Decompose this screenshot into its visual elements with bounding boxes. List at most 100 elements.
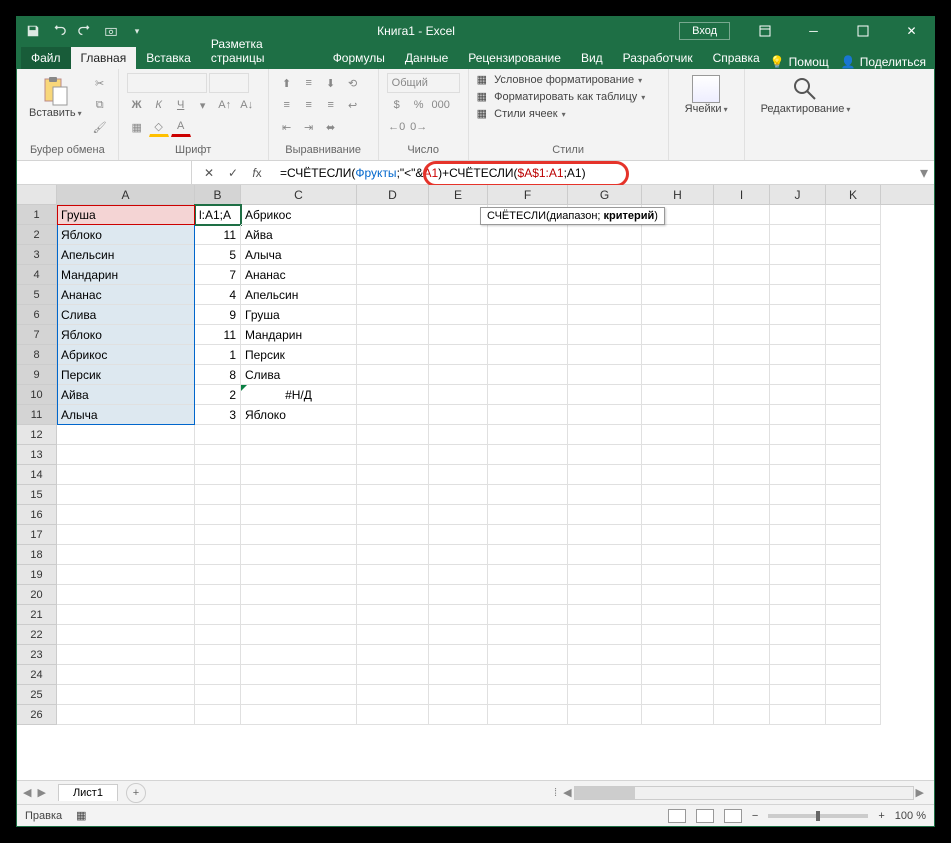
cell[interactable]	[714, 245, 770, 265]
cell[interactable]	[241, 525, 357, 545]
cell[interactable]	[826, 385, 881, 405]
cell[interactable]	[826, 465, 881, 485]
cell[interactable]	[488, 685, 568, 705]
view-layout-icon[interactable]	[696, 809, 714, 823]
cell[interactable]	[770, 625, 826, 645]
row-header[interactable]: 19	[17, 565, 57, 585]
cell[interactable]: Груша	[57, 205, 195, 225]
horizontal-scrollbar[interactable]	[574, 786, 914, 800]
cell[interactable]	[429, 665, 488, 685]
cell[interactable]	[488, 265, 568, 285]
cell[interactable]	[642, 465, 714, 485]
view-pagebreak-icon[interactable]	[724, 809, 742, 823]
cell[interactable]	[57, 425, 195, 445]
row-header[interactable]: 21	[17, 605, 57, 625]
paste-button[interactable]: Вставить	[25, 73, 86, 121]
cell[interactable]: Айва	[241, 225, 357, 245]
cell[interactable]	[488, 445, 568, 465]
cell[interactable]	[568, 625, 642, 645]
align-bottom-icon[interactable]: ⬇	[321, 73, 341, 93]
cell[interactable]	[429, 305, 488, 325]
row-header[interactable]: 3	[17, 245, 57, 265]
cell[interactable]	[357, 425, 429, 445]
cell[interactable]	[568, 645, 642, 665]
cell[interactable]	[357, 345, 429, 365]
tab-view[interactable]: Вид	[571, 47, 613, 69]
cell[interactable]	[770, 705, 826, 725]
spreadsheet-grid[interactable]: ABCDEFGHIJK 1Грушаl:A1;AАбрикос2Яблоко11…	[17, 185, 934, 780]
cell[interactable]: Мандарин	[57, 265, 195, 285]
cell[interactable]	[357, 605, 429, 625]
cell[interactable]	[714, 465, 770, 485]
cell[interactable]	[429, 645, 488, 665]
cell[interactable]	[568, 665, 642, 685]
cell[interactable]	[357, 365, 429, 385]
cell[interactable]	[357, 665, 429, 685]
cell[interactable]	[488, 565, 568, 585]
col-header[interactable]: B	[195, 185, 241, 204]
cell[interactable]	[642, 605, 714, 625]
cancel-formula-icon[interactable]: ✕	[198, 163, 220, 183]
cell[interactable]	[642, 265, 714, 285]
cell[interactable]	[57, 445, 195, 465]
cell[interactable]	[826, 525, 881, 545]
cell[interactable]	[770, 365, 826, 385]
number-format-dropdown[interactable]: Общий	[387, 73, 460, 93]
cell[interactable]	[714, 305, 770, 325]
cell[interactable]	[429, 525, 488, 545]
cell[interactable]	[568, 565, 642, 585]
cell[interactable]	[770, 225, 826, 245]
tell-me[interactable]: 💡Помощ	[770, 55, 829, 69]
col-header[interactable]: C	[241, 185, 357, 204]
cell[interactable]	[241, 505, 357, 525]
cell[interactable]: Персик	[241, 345, 357, 365]
sheet-tab[interactable]: Лист1	[58, 784, 118, 801]
cell[interactable]: Абрикос	[241, 205, 357, 225]
cell[interactable]	[826, 665, 881, 685]
cell[interactable]	[770, 605, 826, 625]
font-color-icon[interactable]: A	[171, 117, 191, 137]
cell[interactable]: Яблоко	[241, 405, 357, 425]
cell[interactable]: Слива	[57, 305, 195, 325]
cell[interactable]	[429, 585, 488, 605]
cell[interactable]	[568, 585, 642, 605]
cell[interactable]	[488, 485, 568, 505]
cell[interactable]: #Н/Д	[241, 385, 357, 405]
cell[interactable]	[770, 325, 826, 345]
cell[interactable]	[429, 245, 488, 265]
col-header[interactable]: G	[568, 185, 642, 204]
cell[interactable]: Алыча	[241, 245, 357, 265]
cell[interactable]	[642, 545, 714, 565]
hscroll-left-icon[interactable]: ◀	[563, 786, 573, 799]
row-header[interactable]: 2	[17, 225, 57, 245]
merge-icon[interactable]: ⬌	[321, 117, 341, 137]
cell[interactable]: Мандарин	[241, 325, 357, 345]
cell[interactable]	[195, 625, 241, 645]
cell[interactable]	[488, 425, 568, 445]
cell[interactable]	[357, 265, 429, 285]
cell[interactable]	[568, 525, 642, 545]
cell[interactable]	[357, 525, 429, 545]
cell[interactable]: 8	[195, 365, 241, 385]
cell[interactable]: Ананас	[241, 265, 357, 285]
tab-home[interactable]: Главная	[71, 47, 137, 69]
cell[interactable]	[429, 445, 488, 465]
row-header[interactable]: 25	[17, 685, 57, 705]
cell[interactable]	[488, 325, 568, 345]
cell[interactable]	[241, 565, 357, 585]
bold-button[interactable]: Ж	[127, 95, 147, 115]
cell[interactable]	[642, 705, 714, 725]
row-header[interactable]: 18	[17, 545, 57, 565]
cell[interactable]	[57, 665, 195, 685]
cell[interactable]: 3	[195, 405, 241, 425]
percent-icon[interactable]: %	[409, 95, 429, 115]
orientation-icon[interactable]: ⟲	[343, 73, 363, 93]
cell[interactable]	[195, 565, 241, 585]
cell[interactable]	[770, 545, 826, 565]
cell[interactable]	[241, 665, 357, 685]
tab-formulas[interactable]: Формулы	[323, 47, 395, 69]
copy-icon[interactable]: ⧉	[90, 95, 110, 115]
cell[interactable]	[642, 505, 714, 525]
cell[interactable]: 11	[195, 225, 241, 245]
cell[interactable]	[488, 505, 568, 525]
